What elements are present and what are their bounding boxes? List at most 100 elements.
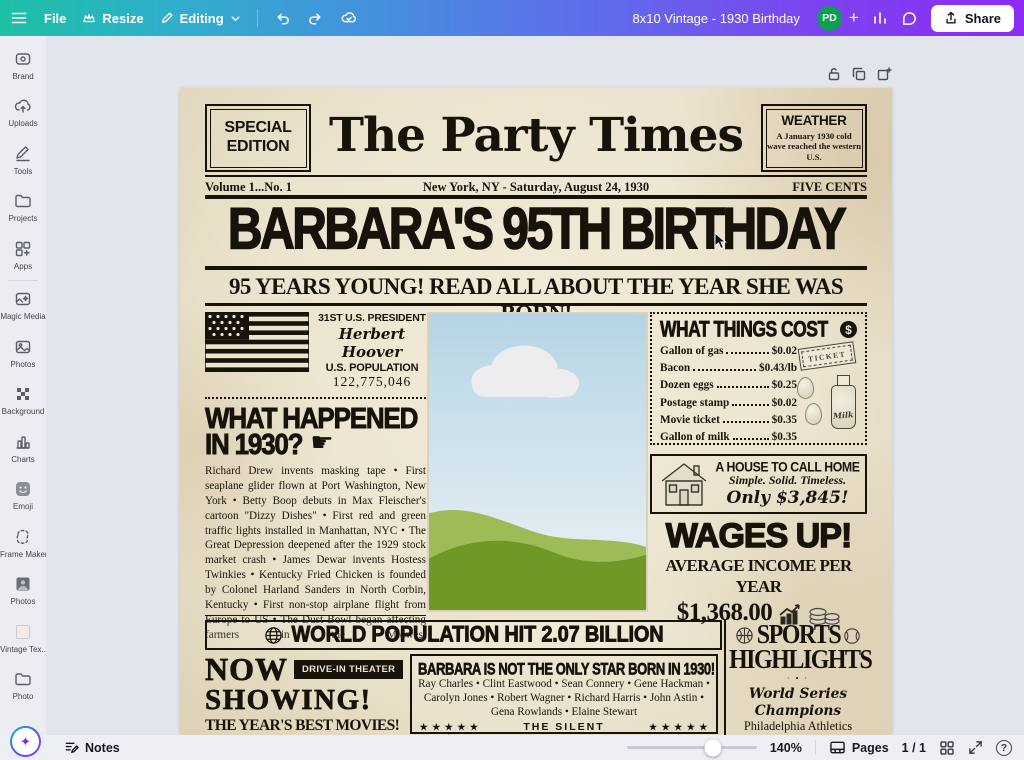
add-page-icon[interactable] [876,66,892,82]
zoom-slider[interactable] [627,746,757,749]
design-canvas[interactable]: SPECIAL EDITION The Party Times WEATHER … [180,88,892,735]
uploads-icon [13,96,33,116]
house-ad-box[interactable]: A HOUSE TO CALL HOME Simple. Solid. Time… [650,454,867,514]
milk-bottle-illustration: Milk [831,375,856,429]
star-glyphs-right: ★ ★ ★ ★ ★ ★ [647,722,710,735]
sidebar-item-tools[interactable]: Tools [0,136,46,184]
subheadline[interactable]: 95 YEARS YOUNG! READ ALL ABOUT THE YEAR … [205,273,867,300]
weather-title: WEATHER [781,114,846,129]
left-column-rule [205,615,426,616]
president-block[interactable]: 31ST U.S. PRESIDENT Herbert Hoover U.S. … [205,312,426,390]
redo-button[interactable] [307,10,324,27]
best-movies-tagline: THE YEAR'S BEST MOVIES! [205,717,407,735]
sidebar-item-apps[interactable]: Apps [0,231,46,279]
magic-media-icon [13,289,33,309]
main-menu-button[interactable] [10,9,28,27]
brand-icon [13,49,33,69]
special-edition-box[interactable]: SPECIAL EDITION [205,104,311,172]
notes-button[interactable]: Notes [64,740,120,755]
help-button[interactable]: ? [996,740,1012,756]
sidebar-item-background[interactable]: Background [0,377,46,425]
dateline-text: New York, NY - Saturday, August 24, 1930 [205,180,867,195]
headline-rule-bottom [205,266,867,270]
analytics-button[interactable] [872,10,888,26]
sidebar-item-brand[interactable]: Brand [0,41,46,89]
page-indicator: 1 / 1 [902,741,926,755]
document-title[interactable]: 8x10 Vintage - 1930 Birthday [632,11,799,26]
photo-folder-icon [13,669,33,689]
stars-title: BARBARA IS NOT THE ONLY STAR BORN IN 193… [418,659,710,679]
undo-button[interactable] [274,10,291,27]
sidebar-item-emoji[interactable]: Emoji [0,472,46,520]
headline[interactable]: BARBARA'S 95TH BIRTHDAY [205,201,867,263]
cost-item: Gallon of milk$0.35 [660,429,797,446]
zoom-level[interactable]: 140% [770,741,802,755]
what-happened-title-2[interactable]: IN 1930? [205,430,302,459]
dot-leader [732,404,768,406]
sidebar-item-magic-media[interactable]: Magic Media [0,282,46,330]
population-banner-text: WORLD POPULATION HIT 2.07 BILLION [292,622,664,647]
page-controls [826,66,892,82]
sidebar-item-uploads[interactable]: Uploads [0,89,46,137]
newspaper-title[interactable]: The Party Times [311,104,761,172]
sidebar-item-vintage-textures[interactable]: Vintage Tex... [0,614,46,662]
dotted-divider [205,397,426,399]
dollar-icon: $ [840,321,857,338]
add-member-button[interactable]: + [849,8,859,28]
duplicate-page-icon[interactable] [851,66,867,82]
avatar[interactable]: PD [817,6,842,31]
background-icon [13,384,33,404]
weather-text: A January 1930 cold wave reached the wes… [767,131,862,162]
stars-names: Ray Charles • Clint Eastwood • Sean Conn… [418,677,710,719]
comment-bubble-icon [901,10,918,27]
drive-in-badge: DRIVE-IN THEATER [294,660,403,679]
wages-title: WAGES UP! [650,520,867,553]
cloud-save-status[interactable] [340,9,358,27]
sports-block[interactable]: SPORTS HIGHLIGHTS · • · World Series Cha… [729,623,867,735]
cost-item: Bacon$0.43/lb [660,360,797,377]
sidebar-item-photos-2[interactable]: Photos [0,567,46,615]
wages-block[interactable]: WAGES UP! AVERAGE INCOME PER YEAR $1,368… [650,520,867,627]
globe-icon [264,626,283,645]
charts-icon [13,432,33,452]
bottom-column-divider [724,620,726,735]
projects-icon [13,191,33,211]
photos-icon [13,337,33,357]
basketball-icon [735,626,754,645]
lock-icon[interactable] [826,66,842,82]
costs-title: WHAT THINGS COST [660,316,828,342]
sidebar-item-photo-folder[interactable]: Photo [0,662,46,710]
file-menu-button[interactable]: File [44,11,66,26]
notes-label: Notes [85,741,120,755]
pages-label: Pages [852,741,889,755]
showing-label: SHOWING! [205,684,407,717]
resize-button[interactable]: Resize [82,11,143,26]
zoom-slider-thumb[interactable] [704,739,721,756]
ticket-illustration: TICKET [798,341,857,371]
grid-view-icon[interactable] [939,740,955,756]
sidebar-item-projects[interactable]: Projects [0,184,46,232]
left-column: 31ST U.S. PRESIDENT Herbert Hoover U.S. … [205,312,426,612]
photos-thumb-icon [13,574,33,594]
sidebar-item-frame-maker[interactable]: Frame Maker [0,519,46,567]
editing-mode-dropdown[interactable]: Editing [160,11,241,26]
share-button[interactable]: Share [931,5,1014,32]
costs-box[interactable]: WHAT THINGS COST $ Gallon of gas$0.02 Ba… [650,312,867,445]
left-sidebar: Brand Uploads Tools Projects Apps Magic … [0,36,46,735]
newspaper-masthead: SPECIAL EDITION The Party Times WEATHER … [205,104,867,172]
canva-assistant-button[interactable]: ✦ [10,726,41,757]
sidebar-item-photos[interactable]: Photos [0,329,46,377]
pages-button[interactable]: Pages [829,740,889,755]
dateline-row[interactable]: Volume 1...No. 1 New York, NY - Saturday… [205,179,867,195]
sports-title-2: HIGHLIGHTS [729,646,867,675]
fullscreen-icon[interactable] [968,740,983,755]
photo-placeholder-frame[interactable] [427,312,648,612]
comments-button[interactable] [901,10,918,27]
stars-born-box[interactable]: BARBARA IS NOT THE ONLY STAR BORN IN 193… [410,654,718,734]
weather-box[interactable]: WEATHER A January 1930 cold wave reached… [761,104,867,172]
frame-maker-icon [13,527,33,547]
population-banner[interactable]: WORLD POPULATION HIT 2.07 BILLION [205,620,722,650]
cloud-check-icon [340,9,358,27]
now-showing-block[interactable]: NOW DRIVE-IN THEATER SHOWING! THE YEAR'S… [205,654,407,735]
sidebar-item-charts[interactable]: Charts [0,424,46,472]
